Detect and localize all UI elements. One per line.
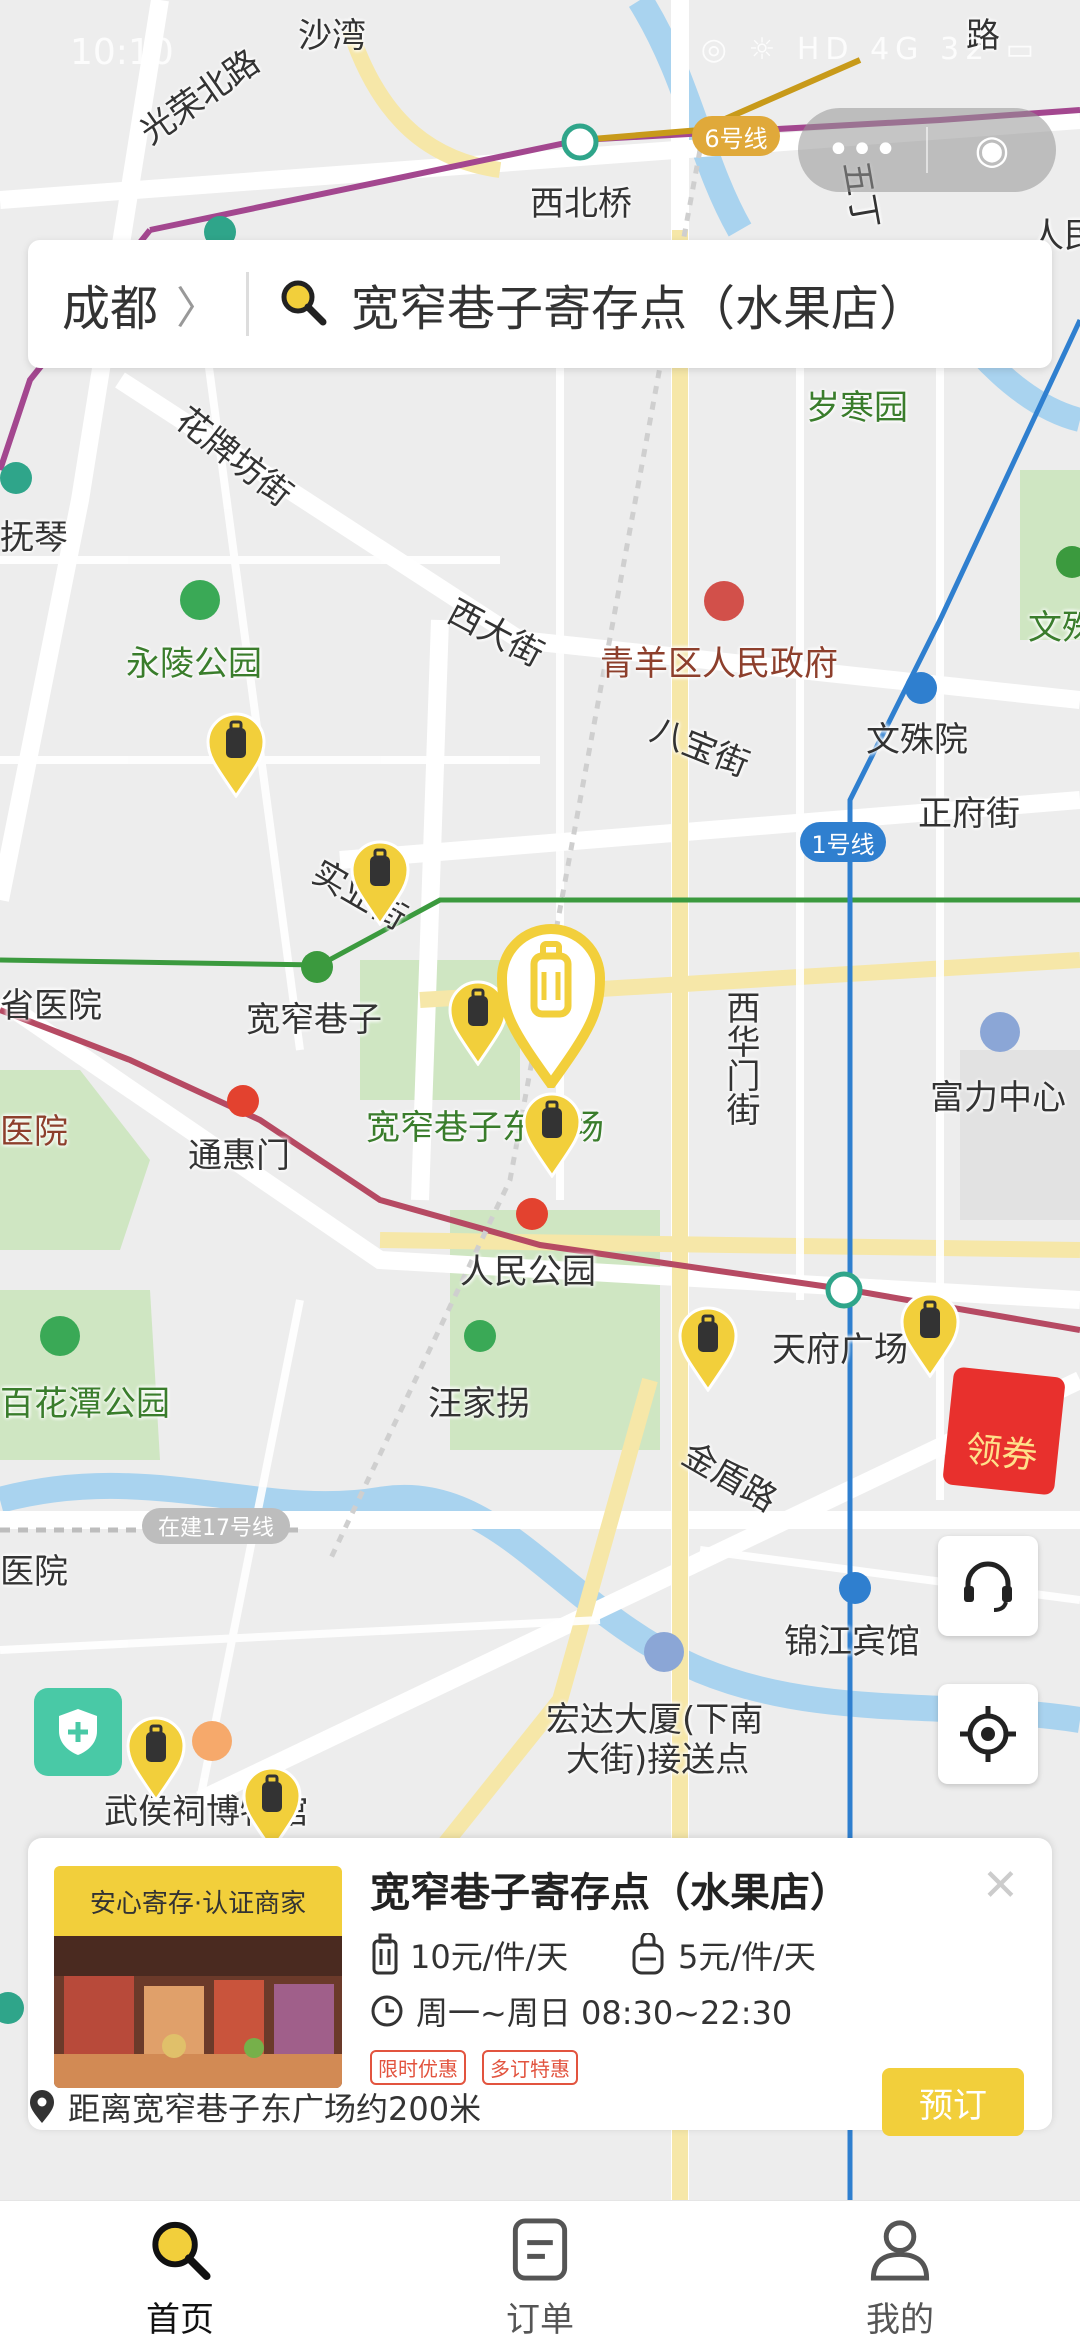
nav-home-label: 首页 xyxy=(146,2300,214,2340)
promo-tag: 多订特惠 xyxy=(482,2050,578,2085)
map-label: 文殊院 xyxy=(866,720,968,760)
nav-mine[interactable]: 我的 xyxy=(720,2201,1080,2341)
promo-tag: 限时优惠 xyxy=(370,2050,466,2085)
map-label: 百花潭公园 xyxy=(0,1384,170,1424)
luggage-pin[interactable] xyxy=(898,1292,962,1382)
status-bar: 10:10 ◎ ☼ HD 4G 32 ▭ xyxy=(0,0,1080,110)
map-label: 医院 xyxy=(0,1552,68,1592)
user-icon xyxy=(870,2220,930,2281)
luggage-price: 10元/件/天 xyxy=(370,1932,568,1978)
chevron-right-icon[interactable]: 〉 xyxy=(176,272,220,336)
more-menu-button[interactable]: ••• xyxy=(798,108,926,192)
store-photo[interactable]: 安心寄存·认证商家 xyxy=(54,1866,342,2088)
map-label: 通惠门 xyxy=(188,1136,290,1176)
nav-orders[interactable]: 订单 xyxy=(360,2201,720,2341)
close-miniprogram-button[interactable]: ◉ xyxy=(928,108,1056,192)
map-label: 文殊 xyxy=(1028,608,1080,648)
search-icon xyxy=(152,2221,211,2281)
miniprogram-capsule: ••• ◉ xyxy=(798,108,1056,192)
coupon-label: 领券 xyxy=(963,1429,1040,1478)
search-input[interactable]: 宽窄巷子寄存点（水果店） xyxy=(351,269,927,339)
search-icon xyxy=(277,276,329,332)
bottom-nav: 首页 订单 我的 xyxy=(0,2200,1080,2341)
luggage-pin[interactable] xyxy=(348,840,412,930)
distance-info: 距离宽窄巷子东广场约200米 xyxy=(28,2084,481,2130)
clock-icon xyxy=(371,1995,403,2027)
map-label: 大街)接送点 xyxy=(566,1740,750,1780)
coupon-button[interactable]: 领券 xyxy=(942,1366,1066,1496)
luggage-pin[interactable] xyxy=(124,1716,188,1806)
backpack-icon xyxy=(632,1933,664,1975)
metro-line6-badge: 6号线 xyxy=(692,116,780,156)
target-icon xyxy=(960,1706,1016,1762)
store-title: 宽窄巷子寄存点（水果店） xyxy=(370,1870,850,1916)
customer-service-button[interactable] xyxy=(938,1536,1038,1636)
map-label: 汪家拐 xyxy=(428,1384,530,1424)
map-label: 医院 xyxy=(0,1112,68,1152)
luggage-pin[interactable] xyxy=(676,1306,740,1396)
headset-icon xyxy=(964,1561,1012,1612)
shield-plus-icon xyxy=(59,1709,97,1755)
certified-badge: 安心寄存·认证商家 xyxy=(54,1866,342,1936)
map-label: 宽窄巷子 xyxy=(246,1000,382,1040)
book-button[interactable]: 预订 xyxy=(882,2068,1024,2136)
bag-price-text: 5元/件/天 xyxy=(678,1938,816,1976)
locate-me-button[interactable] xyxy=(938,1684,1038,1784)
status-icons: ◎ ☼ HD 4G 32 ▭ xyxy=(700,32,1040,67)
status-time: 10:10 xyxy=(70,32,174,73)
map-label: 富力中心 xyxy=(930,1078,1066,1118)
store-image xyxy=(54,1936,342,2088)
map-label: 锦江宾馆 xyxy=(784,1622,920,1662)
nav-orders-label: 订单 xyxy=(506,2300,574,2340)
business-hours: 周一~周日 08:30~22:30 xyxy=(370,1988,792,2034)
nav-mine-label: 我的 xyxy=(866,2300,934,2340)
search-bar: 成都 〉 宽窄巷子寄存点（水果店） xyxy=(28,240,1052,368)
luggage-price-text: 10元/件/天 xyxy=(410,1938,569,1976)
suitcase-icon xyxy=(372,1933,398,1975)
distance-text: 距离宽窄巷子东广场约200米 xyxy=(68,2090,482,2128)
luggage-pin-selected[interactable] xyxy=(496,920,606,1093)
city-selector[interactable]: 成都 xyxy=(62,269,158,339)
bag-price: 5元/件/天 xyxy=(630,1932,816,1978)
orders-icon xyxy=(512,2218,568,2281)
map-label: 抚琴 xyxy=(0,518,68,558)
map-label: 永陵公园 xyxy=(126,644,262,684)
map-label: 天府广场 xyxy=(772,1330,908,1370)
location-pin-icon xyxy=(30,2090,54,2123)
safety-shield-button[interactable] xyxy=(34,1688,122,1776)
map-label: 省医院 xyxy=(0,986,102,1026)
nav-home[interactable]: 首页 xyxy=(0,2201,360,2341)
map-label: 岁寒园 xyxy=(806,388,908,428)
business-hours-text: 周一~周日 08:30~22:30 xyxy=(416,1994,793,2032)
map-label: 人民公园 xyxy=(460,1252,596,1292)
map-label: 西北桥 xyxy=(530,184,632,224)
map-label: 正府街 xyxy=(918,794,1020,834)
map-label: 青羊区人民政府 xyxy=(600,644,838,684)
close-card-button[interactable]: ✕ xyxy=(982,1860,1019,1911)
map-label: 西华门街 xyxy=(720,990,760,1126)
metro-line1-badge: 1号线 xyxy=(800,822,886,862)
luggage-pin[interactable] xyxy=(520,1092,584,1182)
metro-line17-badge: 在建17号线 xyxy=(142,1508,290,1544)
luggage-pin[interactable] xyxy=(204,712,268,802)
search-divider xyxy=(246,272,250,336)
